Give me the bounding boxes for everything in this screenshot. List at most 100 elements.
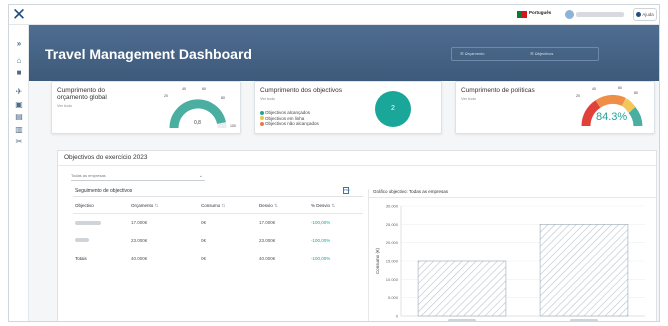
row-pct: -100,00% — [311, 219, 331, 225]
document-icon[interactable]: ▤ — [13, 112, 25, 122]
top-bar: ✕ Português Ajuda — [9, 5, 659, 25]
objectives-card: Cumprimento dos objectivos Ver tudo Obje… — [254, 81, 442, 134]
table-row: Totais 40.000€ 0€ 40.000€ -100,00% — [73, 249, 363, 267]
page-title: Travel Management Dashboard — [45, 46, 252, 62]
table-title: Seguimento de objectivos — [75, 188, 133, 194]
chevron-down-icon: ⌄ — [198, 173, 203, 179]
pdf-export-icon[interactable]: PDF — [343, 187, 350, 194]
help-button[interactable]: Ajuda — [633, 8, 657, 21]
briefcase-icon[interactable]: ■ — [13, 68, 25, 78]
chart-icon[interactable]: ▥ — [13, 125, 25, 135]
objectives-legend: Objectivos alcançados Objectivos em linh… — [260, 110, 319, 127]
objectives-bar-chart: 0 5.000 10.000 15.000 20.000 25.000 30.000 Cons… — [375, 204, 645, 321]
lock-icon[interactable]: ▣ — [13, 100, 25, 110]
objectives-table: Objectivo Orçamento ⇅ Consumo ⇅ Desvio ⇅… — [73, 199, 363, 267]
row-desvio: 17.000€ — [259, 219, 276, 225]
row-budget: 40.000€ — [131, 255, 148, 261]
plane-icon[interactable]: ✈ — [13, 87, 25, 97]
dot-icon — [260, 121, 264, 126]
row-budget: 23.000€ — [131, 237, 148, 243]
chevron-double-right-icon[interactable]: » — [13, 39, 25, 49]
gauge-tick: 100 — [230, 124, 236, 128]
tools-icon[interactable]: ✂ — [13, 137, 25, 147]
x-logo-icon[interactable]: ✕ — [9, 5, 29, 25]
bar — [539, 224, 629, 317]
home-icon[interactable]: ⌂ — [13, 56, 25, 66]
view-all-link[interactable]: Ver tudo — [57, 103, 72, 108]
user-name[interactable] — [576, 12, 624, 17]
card-title: Cumprimento de políticas — [461, 87, 535, 94]
sidebar: » ⌂ ■ ✈ ▣ ▤ ▥ ✂ — [9, 25, 29, 321]
row-consumo: 0€ — [201, 237, 207, 243]
row-name — [73, 213, 129, 231]
sort-icon: ⇅ — [221, 202, 226, 208]
filter-bar: ☰ Orçamento ⌄ ☰ Objectivos ⌄ — [451, 47, 599, 61]
gauge-tick: 40 — [182, 87, 186, 91]
company-select[interactable]: Todas as empresas ⌄ — [71, 172, 205, 181]
row-consumo: 0€ — [201, 219, 207, 225]
row-consumo: 0€ — [201, 255, 207, 261]
objectives-count: 2 — [375, 91, 411, 127]
y-tick-label: 5.000 — [388, 295, 399, 300]
row-desvio: 40.000€ — [259, 255, 276, 261]
gauge-value: 0,8 — [194, 120, 201, 126]
col-consumo[interactable]: Consumo ⇅ — [199, 199, 257, 214]
gauge-tick: 60 — [202, 87, 206, 91]
policy-card: Cumprimento de políticas Ver tudo 20 40 … — [455, 81, 655, 134]
objectives-section: Objectivos do exercício 2023 Todas as em… — [57, 150, 657, 321]
card-title: Cumprimento do orçamento global — [57, 87, 107, 101]
gauge-tick: 40 — [592, 87, 596, 91]
view-all-link[interactable]: Ver tudo — [260, 96, 275, 101]
gauge-tick: 80 — [221, 96, 225, 100]
filter-objectives[interactable]: ☰ Objectivos ⌄ — [530, 48, 553, 60]
chart-panel: Gráfico objectivo: Todas as empresas 0 5.… — [368, 189, 656, 321]
dashboard-header: Travel Management Dashboard ☰ Orçamento … — [29, 25, 659, 81]
app-window: ✕ Português Ajuda » ⌂ ■ ✈ ▣ ▤ ▥ ✂ Travel… — [8, 4, 660, 322]
sort-icon: ⇅ — [331, 202, 336, 208]
budget-card: Cumprimento do orçamento global Ver tudo… — [51, 81, 241, 134]
sort-icon: ⇅ — [274, 202, 278, 208]
y-tick-label: 25.000 — [386, 222, 399, 227]
policy-gauge — [581, 94, 643, 127]
bar — [417, 260, 507, 317]
section-title: Objectivos do exercício 2023 — [64, 154, 148, 161]
divider — [73, 196, 363, 197]
legend-item: Objectivos não alcançados — [260, 121, 319, 127]
help-label: Ajuda — [642, 12, 654, 17]
col-desvio[interactable]: Desvio ⇅ — [257, 199, 309, 214]
gauge-tick: 20 — [164, 94, 168, 98]
y-tick-label: 20.000 — [386, 240, 399, 245]
card-title: Cumprimento dos objectivos — [260, 87, 343, 94]
x-tick-label — [448, 319, 476, 321]
table-row[interactable]: 17.000€ 0€ 17.000€ -100,00% — [73, 213, 363, 231]
chart-title: Gráfico objectivo: Todas as empresas — [373, 189, 448, 194]
row-name: Totais — [75, 255, 87, 261]
col-pct-desvio[interactable]: % Desvio ⇅ — [309, 199, 363, 214]
avatar[interactable] — [565, 10, 574, 19]
col-objectivo[interactable]: Objectivo — [73, 199, 129, 214]
view-all-link[interactable]: Ver tudo — [461, 96, 476, 101]
divider — [58, 165, 656, 166]
y-tick-label: 10.000 — [386, 277, 399, 282]
gauge-tick: 60 — [618, 86, 622, 90]
row-name — [73, 231, 129, 249]
row-pct: -100,00% — [311, 255, 331, 261]
gauge-tick: 20 — [576, 94, 580, 98]
info-icon — [636, 12, 642, 18]
dot-icon — [260, 116, 264, 121]
policy-value: 84.3% — [596, 111, 628, 123]
y-tick-label: 0 — [396, 314, 399, 319]
row-desvio: 23.000€ — [259, 237, 276, 243]
gauge-tick: 80 — [634, 91, 638, 95]
language-selector[interactable]: Português — [529, 10, 551, 15]
y-tick-label: 30.000 — [386, 204, 399, 209]
row-pct: -100,00% — [311, 237, 331, 243]
portugal-flag-icon — [517, 11, 527, 18]
filter-budget[interactable]: ☰ Orçamento ⌄ — [460, 48, 485, 60]
dot-icon — [260, 110, 264, 115]
row-budget: 17.000€ — [131, 219, 148, 225]
y-axis-label: Consumo (€) — [375, 247, 380, 274]
table-header-row: Objectivo Orçamento ⇅ Consumo ⇅ Desvio ⇅… — [73, 199, 363, 214]
table-row[interactable]: 23.000€ 0€ 23.000€ -100,00% — [73, 231, 363, 249]
col-orcamento[interactable]: Orçamento ⇅ — [129, 199, 199, 214]
